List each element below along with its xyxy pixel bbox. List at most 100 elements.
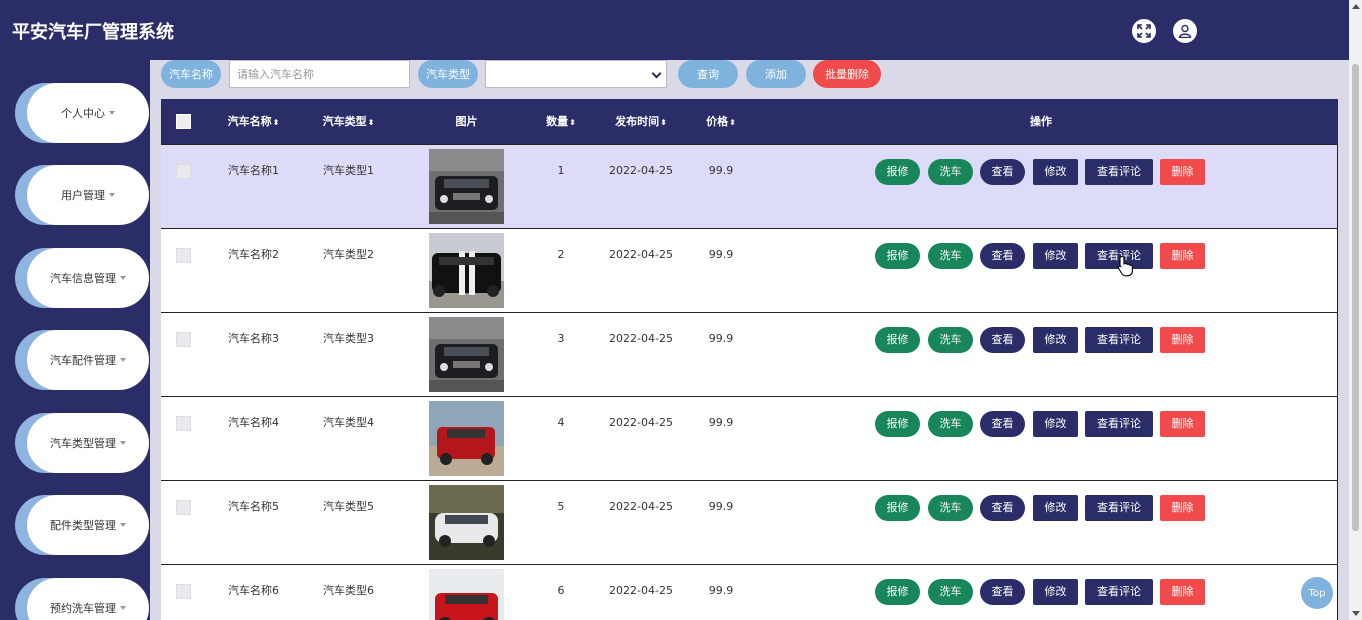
red-suv-photo (429, 401, 504, 476)
date-cell: 2022-04-25 (609, 500, 673, 513)
sidebar-item-label: 汽车类型管理 (50, 437, 116, 450)
row-checkbox[interactable] (176, 164, 191, 179)
car-name-label: 汽车名称 (161, 60, 221, 88)
col-header-quantity[interactable]: 数量⬍ (531, 99, 591, 144)
caret-down-icon (109, 111, 115, 115)
view-comments-button[interactable]: 查看评论 (1085, 411, 1153, 437)
view-button[interactable]: 查看 (980, 495, 1025, 521)
car-name-cell: 汽车名称4 (228, 416, 279, 429)
car-type-cell: 汽车类型6 (323, 584, 374, 597)
user-icon[interactable] (1173, 19, 1197, 43)
wash-button[interactable]: 洗车 (928, 579, 973, 605)
wash-button[interactable]: 洗车 (928, 159, 973, 185)
scroll-down-icon[interactable] (1352, 611, 1360, 616)
delete-button[interactable]: 删除 (1160, 243, 1205, 269)
car-type-select[interactable] (485, 60, 667, 88)
select-all-checkbox[interactable] (176, 114, 191, 129)
quantity-cell: 5 (557, 500, 565, 513)
sidebar-item-label: 汽车配件管理 (50, 354, 116, 367)
repair-button[interactable]: 报修 (875, 159, 920, 185)
wash-button[interactable]: 洗车 (928, 411, 973, 437)
date-cell: 2022-04-25 (609, 332, 673, 345)
car-name-cell: 汽车名称5 (228, 500, 279, 513)
main-content: 汽车名称 请输入汽车名称 汽车类型 查询 添加 批量删除 汽车名称⬍ 汽车类型⬍… (150, 60, 1349, 620)
scroll-thumb[interactable] (1352, 64, 1359, 531)
sort-icon: ⬍ (569, 118, 576, 127)
edit-button[interactable]: 修改 (1033, 495, 1078, 521)
car-name-input[interactable]: 请输入汽车名称 (229, 60, 410, 88)
delete-button[interactable]: 删除 (1160, 159, 1205, 185)
col-header-name[interactable]: 汽车名称⬍ (216, 99, 291, 144)
repair-button[interactable]: 报修 (875, 243, 920, 269)
sidebar: 个人中心 用户管理 汽车信息管理 汽车配件管理 汽车类型管理 配件类型管理 预约… (0, 60, 150, 620)
view-comments-button[interactable]: 查看评论 (1085, 495, 1153, 521)
repair-button[interactable]: 报修 (875, 411, 920, 437)
quantity-cell: 6 (557, 584, 565, 597)
wash-button[interactable]: 洗车 (928, 243, 973, 269)
sort-icon: ⬍ (729, 118, 736, 127)
car-name-cell: 汽车名称6 (228, 584, 279, 597)
view-button[interactable]: 查看 (980, 243, 1025, 269)
sidebar-item-car-types[interactable]: 汽车类型管理 (15, 413, 149, 473)
view-button[interactable]: 查看 (980, 159, 1025, 185)
view-comments-button[interactable]: 查看评论 (1085, 579, 1153, 605)
delete-button[interactable]: 删除 (1160, 579, 1205, 605)
sidebar-item-car-info[interactable]: 汽车信息管理 (15, 248, 149, 308)
delete-button[interactable]: 删除 (1160, 411, 1205, 437)
car-table: 汽车名称⬍ 汽车类型⬍ 图片 数量⬍ 发布时间⬍ 价格⬍ 操作 汽车名称1 汽车… (161, 99, 1338, 620)
quantity-cell: 4 (557, 416, 565, 429)
caret-down-icon (120, 441, 126, 445)
edit-button[interactable]: 修改 (1033, 243, 1078, 269)
edit-button[interactable]: 修改 (1033, 159, 1078, 185)
query-button[interactable]: 查询 (678, 60, 738, 88)
wash-button[interactable]: 洗车 (928, 495, 973, 521)
back-to-top-button[interactable]: Top (1301, 577, 1333, 609)
view-comments-button[interactable]: 查看评论 (1085, 327, 1153, 353)
col-header-type[interactable]: 汽车类型⬍ (311, 99, 386, 144)
view-button[interactable]: 查看 (980, 579, 1025, 605)
quantity-cell: 3 (557, 332, 565, 345)
col-header-date[interactable]: 发布时间⬍ (601, 99, 681, 144)
row-checkbox[interactable] (176, 584, 191, 599)
repair-button[interactable]: 报修 (875, 579, 920, 605)
view-button[interactable]: 查看 (980, 327, 1025, 353)
add-button[interactable]: 添加 (746, 60, 806, 88)
wash-button[interactable]: 洗车 (928, 327, 973, 353)
hand-cursor-icon (1117, 255, 1135, 281)
repair-button[interactable]: 报修 (875, 495, 920, 521)
row-checkbox[interactable] (176, 332, 191, 347)
edit-button[interactable]: 修改 (1033, 579, 1078, 605)
car-type-cell: 汽车类型1 (323, 164, 374, 177)
table-row: 汽车名称3 汽车类型3 3 2022-04-25 99.9 报修 洗车 查看 修… (161, 312, 1338, 396)
sidebar-item-personal-center[interactable]: 个人中心 (15, 83, 149, 143)
car-name-cell: 汽车名称3 (228, 332, 279, 345)
delete-button[interactable]: 删除 (1160, 495, 1205, 521)
car-type-cell: 汽车类型4 (323, 416, 374, 429)
row-checkbox[interactable] (176, 416, 191, 431)
delete-button[interactable]: 删除 (1160, 327, 1205, 353)
sidebar-item-part-types[interactable]: 配件类型管理 (15, 495, 149, 555)
sidebar-item-car-parts[interactable]: 汽车配件管理 (15, 330, 149, 390)
row-checkbox[interactable] (176, 248, 191, 263)
app-title: 平安汽车厂管理系统 (12, 22, 174, 43)
search-bar: 汽车名称 请输入汽车名称 汽车类型 查询 添加 批量删除 (150, 60, 1349, 100)
view-button[interactable]: 查看 (980, 411, 1025, 437)
scroll-up-icon[interactable] (1352, 4, 1360, 9)
fullscreen-icon[interactable] (1132, 19, 1156, 43)
date-cell: 2022-04-25 (609, 248, 673, 261)
caret-down-icon (120, 358, 126, 362)
price-cell: 99.9 (708, 248, 734, 261)
edit-button[interactable]: 修改 (1033, 327, 1078, 353)
batch-delete-button[interactable]: 批量删除 (813, 60, 881, 88)
repair-button[interactable]: 报修 (875, 327, 920, 353)
dark-sedan-photo (429, 149, 504, 224)
edit-button[interactable]: 修改 (1033, 411, 1078, 437)
col-header-price[interactable]: 价格⬍ (691, 99, 751, 144)
chevron-down-icon (651, 68, 662, 79)
caret-down-icon (120, 276, 126, 280)
row-checkbox[interactable] (176, 500, 191, 515)
vertical-scrollbar[interactable] (1349, 0, 1362, 620)
view-comments-button[interactable]: 查看评论 (1085, 159, 1153, 185)
sidebar-item-wash-booking[interactable]: 预约洗车管理 (15, 578, 149, 620)
sidebar-item-user-management[interactable]: 用户管理 (15, 165, 149, 225)
